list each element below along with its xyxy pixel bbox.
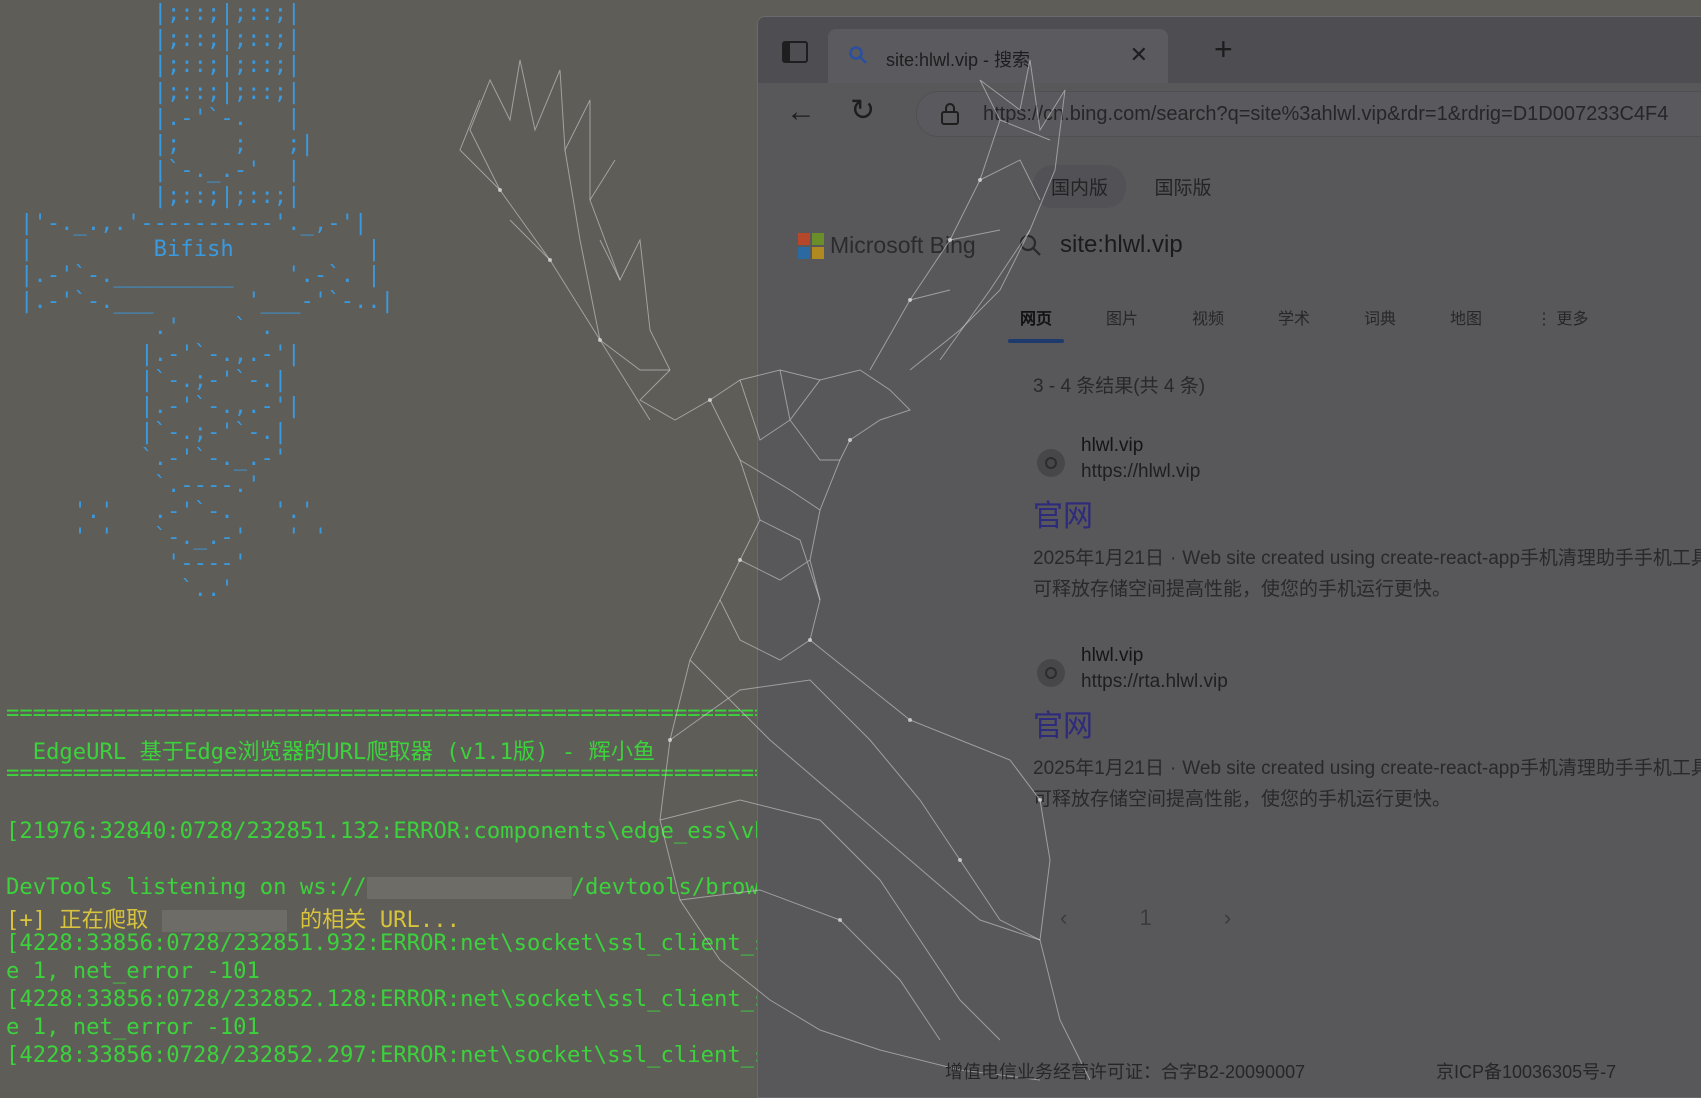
globe-icon bbox=[1037, 449, 1065, 477]
results-count: 3 - 4 条结果(共 4 条) bbox=[1033, 376, 1206, 397]
search-vertical-tabs: 网页 图片 视频 学术 词典 地图 ⋮ 更多 bbox=[1007, 305, 1701, 349]
result-site-name[interactable]: hlwl.vip bbox=[1081, 645, 1143, 667]
result-snippet: 2025年1月21日 · Web site created using create… bbox=[1033, 753, 1701, 815]
bing-results-page: 国内版 国际版 Microsoft Bing site:hlwl.vip 网页 … bbox=[758, 145, 1701, 1097]
address-url[interactable]: https://cn.bing.com/search?q=site%3ahlwl… bbox=[983, 103, 1668, 126]
browser-toolbar: ← ↻ https://cn.bing.com/search?q=site%3a… bbox=[758, 83, 1701, 145]
result-title-link[interactable]: 官网 bbox=[1033, 491, 1093, 535]
tab-dictionary[interactable]: 词典 bbox=[1364, 305, 1396, 345]
page-footer: 增值电信业务经营许可证：合字B2-20090007 京ICP备10036305号… bbox=[0, 1050, 1701, 1090]
redacted-domain bbox=[161, 909, 287, 932]
banner-rule-top: ========================================… bbox=[6, 700, 861, 726]
tab-title: site:hlwl.vip - 搜索 bbox=[886, 50, 1031, 70]
tab-videos[interactable]: 视频 bbox=[1192, 305, 1224, 345]
tab-web[interactable]: 网页 bbox=[1007, 305, 1065, 345]
result-date: 2025年1月21日 bbox=[1033, 758, 1164, 779]
tab-international[interactable]: 国际版 bbox=[1136, 165, 1229, 208]
search-icon bbox=[849, 46, 867, 64]
tab-strip: site:hlwl.vip - 搜索 ✕ + bbox=[758, 17, 1701, 83]
close-icon[interactable]: ✕ bbox=[1130, 42, 1148, 68]
bifish-ascii-art: |;::;|;::;| |;::;|;::;| |;::;|;::;| |;::… bbox=[20, 0, 395, 603]
result-date: 2025年1月21日 bbox=[1033, 548, 1164, 569]
pagination-next[interactable]: › bbox=[1224, 905, 1231, 930]
tab-academic[interactable]: 学术 bbox=[1278, 305, 1310, 345]
bing-logo-icon bbox=[798, 233, 824, 259]
tab-images[interactable]: 图片 bbox=[1106, 305, 1138, 345]
banner-rule-bottom: ========================================… bbox=[6, 760, 861, 786]
result-title-link[interactable]: 官网 bbox=[1033, 701, 1093, 745]
tab-domestic[interactable]: 国内版 bbox=[1033, 165, 1127, 208]
tab-more[interactable]: ⋮ 更多 bbox=[1536, 305, 1588, 345]
search-input[interactable]: site:hlwl.vip bbox=[1060, 231, 1183, 259]
lock-icon[interactable] bbox=[939, 102, 961, 126]
address-bar[interactable]: https://cn.bing.com/search?q=site%3ahlwl… bbox=[916, 91, 1701, 137]
bing-logo[interactable]: Microsoft Bing bbox=[798, 227, 1048, 267]
globe-icon bbox=[1037, 659, 1065, 687]
search-icon[interactable] bbox=[1018, 233, 1042, 257]
bing-logo-text: Microsoft Bing bbox=[830, 232, 976, 258]
result-site-name[interactable]: hlwl.vip bbox=[1081, 435, 1143, 457]
result-url[interactable]: https://hlwl.vip bbox=[1081, 461, 1200, 483]
log-line-ssl-1-wrap: e 1, net_error -101 bbox=[6, 958, 260, 984]
result-url[interactable]: https://rta.hlwl.vip bbox=[1081, 671, 1228, 693]
search-box[interactable]: site:hlwl.vip bbox=[1018, 223, 1701, 269]
refresh-icon[interactable]: ↻ bbox=[850, 93, 875, 128]
tab-maps[interactable]: 地图 bbox=[1450, 305, 1482, 345]
edge-browser-window[interactable]: site:hlwl.vip - 搜索 ✕ + ← ↻ https://cn.bi… bbox=[757, 16, 1701, 1098]
pagination-current[interactable]: 1 bbox=[1139, 905, 1151, 930]
footer-icp[interactable]: 京ICP备10036305号-7 bbox=[1436, 1058, 1616, 1084]
pagination: ‹ 1 › bbox=[1060, 905, 1297, 931]
region-tabs: 国内版 国际版 bbox=[1033, 165, 1235, 208]
devtools-prefix: DevTools listening on ws:// bbox=[6, 874, 367, 900]
log-line-ssl-2-wrap: e 1, net_error -101 bbox=[6, 1014, 260, 1040]
plus-icon[interactable]: + bbox=[1214, 31, 1233, 68]
pagination-prev[interactable]: ‹ bbox=[1060, 905, 1067, 930]
result-snippet: 2025年1月21日 · Web site created using create… bbox=[1033, 543, 1701, 605]
footer-license[interactable]: 增值电信业务经营许可证：合字B2-20090007 bbox=[945, 1058, 1305, 1084]
back-arrow-icon[interactable]: ← bbox=[786, 95, 816, 129]
sidebar-toggle-icon[interactable] bbox=[782, 41, 808, 63]
browser-tab-active[interactable]: site:hlwl.vip - 搜索 ✕ bbox=[828, 29, 1168, 83]
redacted-address bbox=[366, 876, 572, 899]
